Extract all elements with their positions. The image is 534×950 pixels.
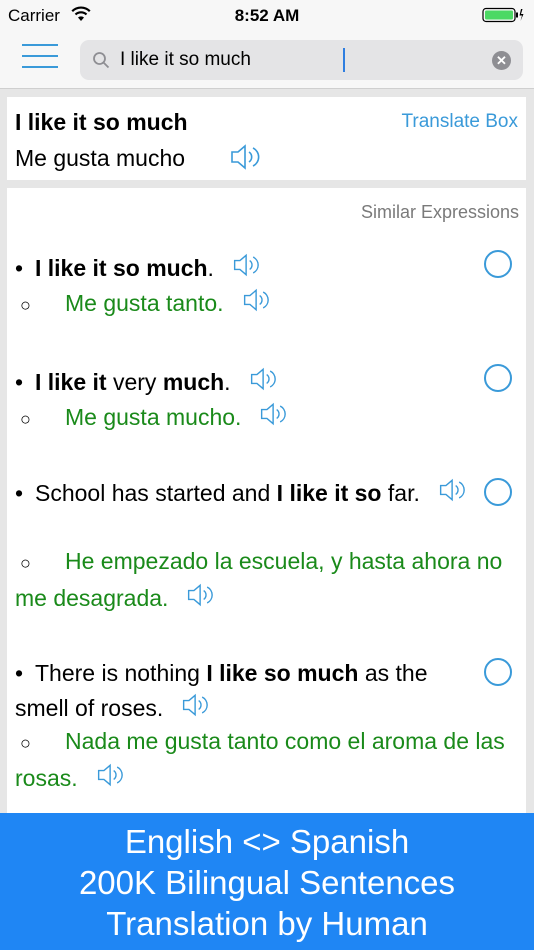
english-sentence: • School has started and I like it so far…	[15, 476, 485, 513]
translation-text: Me gusta tanto.	[65, 290, 224, 316]
speaker-icon[interactable]	[229, 143, 263, 171]
sentence-text: far.	[381, 480, 420, 506]
spanish-sentence: ○ Me gusta mucho.	[15, 400, 520, 437]
sentence-text: very	[106, 369, 163, 395]
english-sentence: • I like it so much.	[15, 251, 485, 288]
select-radio-button[interactable]	[484, 658, 512, 686]
translation-text: He empezado la escuela, y hasta ahora no…	[15, 548, 503, 611]
banner-line-2: 200K Bilingual Sentences	[78, 864, 456, 901]
menu-icon[interactable]	[22, 44, 58, 72]
speaker-icon[interactable]	[249, 366, 279, 402]
speaker-icon[interactable]	[242, 287, 272, 323]
translation-text: Me gusta mucho.	[65, 404, 242, 430]
search-input[interactable]	[120, 44, 480, 76]
translation-text: Nada me gusta tanto como el aroma de las…	[15, 728, 505, 791]
bullet: •	[15, 660, 24, 686]
select-radio-button[interactable]	[484, 478, 512, 506]
spanish-sentence: ○ He empezado la escuela, y hasta ahora n…	[15, 544, 520, 618]
sub-bullet: ○	[20, 733, 31, 753]
bullet: •	[15, 255, 24, 281]
banner-line-3: Translation by Human	[106, 905, 428, 942]
translation-card: I like it so much Translate Box Me gusta…	[7, 97, 526, 180]
clock: 8:52 AM	[234, 6, 300, 25]
text-cursor	[343, 48, 345, 72]
translated-sentence: Me gusta mucho	[15, 145, 186, 171]
highlighted-phrase: I like so much	[206, 660, 359, 686]
english-sentence: • There is nothing I like so much as the …	[15, 656, 485, 728]
sentence-text: School has started and	[35, 480, 277, 506]
nav-bar: ✕	[0, 30, 534, 89]
select-radio-button[interactable]	[484, 364, 512, 392]
translate-box-link[interactable]: Translate Box	[401, 111, 518, 133]
speaker-icon[interactable]	[181, 692, 211, 728]
sentence-text: .	[224, 369, 231, 395]
sub-bullet: ○	[20, 409, 31, 429]
highlighted-phrase: I like it	[35, 369, 107, 395]
sentence-text: There is nothing	[35, 660, 207, 686]
speaker-icon[interactable]	[186, 582, 216, 618]
highlighted-phrase: I like it so much	[35, 255, 208, 281]
speaker-icon[interactable]	[259, 401, 289, 437]
bullet: •	[15, 480, 24, 506]
speaker-icon[interactable]	[438, 477, 468, 513]
highlighted-phrase: much	[162, 369, 225, 395]
speaker-icon[interactable]	[96, 762, 126, 798]
source-sentence: I like it so much	[15, 109, 188, 135]
highlighted-phrase: I like it so	[276, 480, 382, 506]
banner-line-1: English <> Spanish	[124, 823, 410, 860]
select-radio-button[interactable]	[484, 250, 512, 278]
sub-bullet: ○	[20, 295, 31, 315]
similar-expressions-card: Similar Expressions • I like it so much. ○…	[7, 188, 526, 828]
clear-search-icon[interactable]: ✕	[492, 51, 511, 70]
sub-bullet: ○	[20, 553, 31, 573]
sentence-text: .	[207, 255, 214, 281]
promo-banner: English <> Spanish 200K Bilingual Senten…	[0, 813, 534, 950]
english-sentence: • I like it very much.	[15, 365, 485, 402]
speaker-icon[interactable]	[232, 252, 262, 288]
similar-expressions-header: Similar Expressions	[360, 202, 519, 222]
status-bar: Carrier 8:52 AM	[0, 0, 534, 30]
search-bar[interactable]: ✕	[80, 40, 523, 80]
bullet: •	[15, 369, 24, 395]
spanish-sentence: ○ Nada me gusta tanto como el aroma de la…	[15, 724, 520, 798]
spanish-sentence: ○ Me gusta tanto.	[15, 286, 520, 323]
battery-icon	[482, 7, 524, 23]
search-icon	[93, 52, 110, 69]
